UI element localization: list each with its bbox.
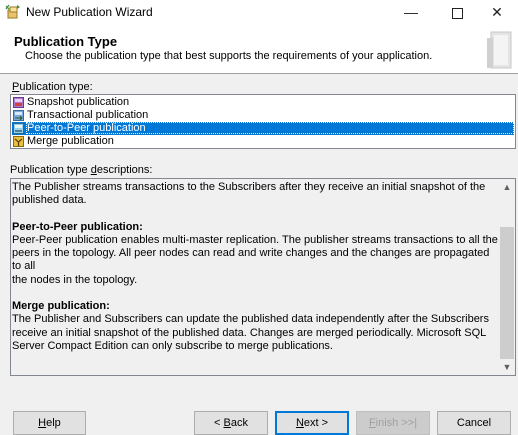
description-line: peers in the topology. All peer nodes ca… [12,247,490,273]
page-subtitle: Choose the publication type that best su… [25,50,433,62]
descriptions-label: Publication type descriptions: [10,164,153,176]
next-button[interactable]: Next > [275,411,349,435]
description-line: The Publisher and Subscribers can update… [12,313,489,326]
help-button[interactable]: Help [13,411,86,435]
scroll-down-icon[interactable]: ▼ [499,359,515,375]
transactional-publication-icon [13,110,24,121]
description-line: receive an initial snapshot of the publi… [12,326,487,339]
list-item-snapshot[interactable]: Snapshot publication [12,96,514,109]
merge-publication-icon [13,136,24,147]
descriptions-text: The Publisher streams transactions to th… [12,181,498,353]
cancel-button[interactable]: Cancel [437,411,511,435]
minimize-button[interactable]: — [388,0,434,24]
page-title: Publication Type [14,34,118,49]
maximize-button[interactable] [434,0,480,24]
list-item-label: Transactional publication [27,109,149,121]
window-title: New Publication Wizard [26,5,153,19]
description-line: published data. [12,194,87,207]
description-line: the nodes in the topology. [12,273,138,286]
description-line: Peer-Peer publication enables multi-mast… [12,233,498,246]
p2p-heading: Peer-to-Peer publication: [12,220,143,233]
list-item-merge[interactable]: Merge publication [12,135,514,148]
description-line: Server Compact Edition can only subscrib… [12,339,333,352]
publication-type-label: Publication type: [12,81,93,93]
list-item-label: Peer-to-Peer publication [27,122,146,134]
vertical-scrollbar[interactable]: ▲ ▼ [499,179,515,375]
list-item-label: Snapshot publication [27,96,130,108]
title-bar: New Publication Wizard — ✕ [0,0,518,24]
list-item-label: Merge publication [27,135,114,147]
publication-type-descriptions[interactable]: The Publisher streams transactions to th… [10,178,516,376]
merge-heading: Merge publication: [12,300,110,313]
wizard-header: Publication Type Choose the publication … [0,24,518,74]
maximize-icon [451,7,463,19]
finish-button: Finish >>| [356,411,430,435]
close-button[interactable]: ✕ [476,0,518,24]
list-item-transactional[interactable]: Transactional publication [12,109,514,122]
peer-to-peer-publication-icon [13,123,24,134]
scroll-up-icon[interactable]: ▲ [499,179,515,195]
back-button[interactable]: < Back [194,411,268,435]
server-graphic-icon [487,31,512,69]
publication-type-list[interactable]: Snapshot publication Transactional publi… [10,94,516,149]
description-line: The Publisher streams transactions to th… [12,181,486,193]
scroll-thumb[interactable] [500,227,514,359]
snapshot-publication-icon [13,97,24,108]
list-item-peer-to-peer[interactable]: Peer-to-Peer publication [12,122,514,135]
wizard-app-icon [5,4,20,19]
